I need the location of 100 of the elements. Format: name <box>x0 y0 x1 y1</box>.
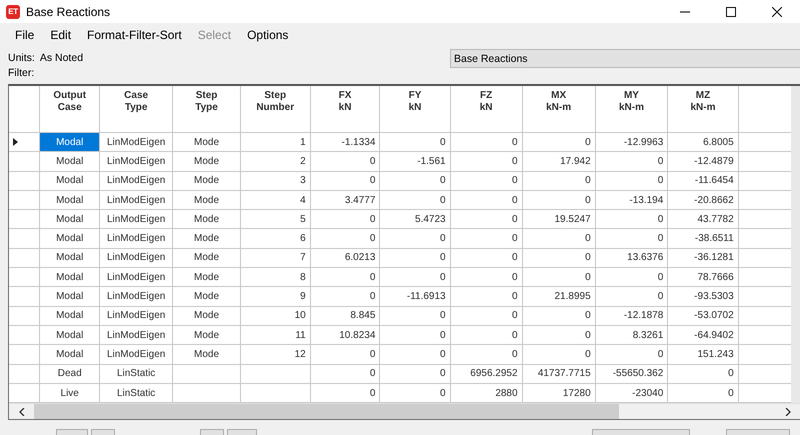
table-cell: 8 <box>240 268 310 287</box>
table-cell: 8.845 <box>310 306 380 326</box>
table-cell: -12.9963 <box>595 132 668 152</box>
table-cell: 0 <box>310 210 380 229</box>
table-cell: 0 <box>380 132 450 152</box>
scrollbar-thumb[interactable] <box>34 404 619 419</box>
table-cell: 0 <box>595 286 668 306</box>
button[interactable] <box>592 429 690 435</box>
table-cell: 7 <box>240 248 310 268</box>
table-cell <box>172 364 240 384</box>
table-cell: 0 <box>522 190 596 210</box>
table-cell: 0 <box>595 171 668 190</box>
table-cell: 0 <box>522 228 596 248</box>
table-cell: Modal <box>40 248 100 268</box>
table-cell: LinModEigen <box>99 132 173 152</box>
table-cell: 0 <box>450 171 522 190</box>
column-header[interactable]: FX kN <box>310 86 380 132</box>
table-cell: LinModEigen <box>99 210 173 229</box>
table-cell: -11.6454 <box>668 171 738 190</box>
table-cell: -12.1878 <box>595 306 668 326</box>
table-cell: Modal <box>40 286 100 306</box>
column-header[interactable]: Step Type <box>172 86 240 132</box>
horizontal-scrollbar[interactable] <box>9 403 800 419</box>
maximize-icon[interactable] <box>726 6 736 16</box>
table-cell: -13.194 <box>595 190 668 210</box>
table-cell: 6.8005 <box>668 132 738 152</box>
table-cell: LinStatic <box>99 364 173 384</box>
scroll-left-icon[interactable] <box>18 408 24 416</box>
table-cell: Mode <box>172 268 240 287</box>
table-cell: Mode <box>172 344 240 364</box>
button[interactable] <box>200 429 224 435</box>
table-cell: 0 <box>450 325 522 345</box>
table-cell: 3 <box>240 171 310 190</box>
menu-item[interactable]: Options <box>239 28 296 42</box>
table-cell: 0 <box>522 268 596 287</box>
table-cell: 0 <box>450 228 522 248</box>
table-cell: LinModEigen <box>99 306 173 326</box>
table-cell: LinModEigen <box>99 286 173 306</box>
table-cell: 0 <box>595 228 668 248</box>
table-cell: Mode <box>172 228 240 248</box>
table-cell: 1 <box>240 132 310 152</box>
table-cell: Mode <box>172 132 240 152</box>
table-cell: 6 <box>240 228 310 248</box>
menu-item[interactable]: Edit <box>42 28 80 42</box>
table-cell: 12 <box>240 344 310 364</box>
table-cell: 78.7666 <box>668 268 738 287</box>
table-cell: 0 <box>380 248 450 268</box>
table-cell: 0 <box>450 286 522 306</box>
table-cell: LinModEigen <box>99 228 173 248</box>
table-cell: 0 <box>522 132 596 152</box>
vertical-scrollbar[interactable] <box>791 86 800 403</box>
table-cell: Modal <box>40 228 100 248</box>
table-cell: -36.1281 <box>668 248 738 268</box>
column-header[interactable]: Case Type <box>99 86 173 132</box>
table-cell: 21.8995 <box>522 286 596 306</box>
table-cell: 10 <box>240 306 310 326</box>
close-icon[interactable] <box>772 6 782 16</box>
button[interactable] <box>227 429 257 435</box>
column-header[interactable]: Step Number <box>240 86 310 132</box>
table-cell: 19.5247 <box>522 210 596 229</box>
table-cell: 11 <box>240 325 310 345</box>
table-cell: LinModEigen <box>99 171 173 190</box>
column-header[interactable]: MY kN-m <box>595 86 668 132</box>
menu-item[interactable]: Format-Filter-Sort <box>79 28 190 42</box>
table-name-field: Base Reactions <box>450 49 800 68</box>
table-cell: 41737.7715 <box>522 364 596 384</box>
table-cell: 6956.2952 <box>450 364 522 384</box>
column-header[interactable]: MZ kN-m <box>668 86 738 132</box>
table-cell: -38.6511 <box>668 228 738 248</box>
table-cell: Modal <box>40 325 100 345</box>
table-cell: 2 <box>240 152 310 172</box>
table-cell: Mode <box>172 306 240 326</box>
filter-label: Filter: <box>8 66 34 78</box>
column-header[interactable]: FZ kN <box>450 86 522 132</box>
button[interactable] <box>91 429 115 435</box>
table-cell: 0 <box>310 228 380 248</box>
button[interactable] <box>726 429 790 435</box>
app-logo: ET <box>6 4 20 18</box>
table-cell: -64.9402 <box>668 325 738 345</box>
table-cell: 0 <box>595 268 668 287</box>
table-cell: Modal <box>40 210 100 229</box>
table-cell: Modal <box>40 171 100 190</box>
table-cell: -12.4879 <box>668 152 738 172</box>
scroll-right-icon[interactable] <box>784 408 790 416</box>
table-cell: Dead <box>40 364 100 384</box>
table-cell: 0 <box>310 344 380 364</box>
table-cell: 0 <box>310 286 380 306</box>
row-header-corner <box>9 86 40 132</box>
table-cell: 0 <box>450 268 522 287</box>
table-cell: Modal <box>40 190 100 210</box>
column-header[interactable]: FY kN <box>380 86 450 132</box>
button[interactable] <box>56 429 88 435</box>
table-cell: LinModEigen <box>99 344 173 364</box>
table-cell: LinModEigen <box>99 325 173 345</box>
table-cell: LinModEigen <box>99 190 173 210</box>
table-cell: 0 <box>310 268 380 287</box>
table-cell: 0 <box>310 171 380 190</box>
menu-item[interactable]: File <box>7 28 42 42</box>
table-cell: 0 <box>522 325 596 345</box>
column-header[interactable]: MX kN-m <box>522 86 596 132</box>
